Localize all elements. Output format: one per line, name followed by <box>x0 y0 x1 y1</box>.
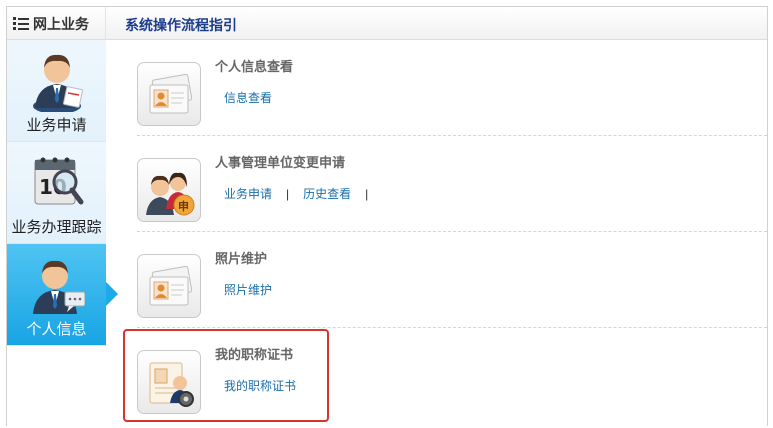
photo-maintenance-link[interactable]: 照片维护 <box>224 281 272 298</box>
section-header: 网上业务 <box>7 7 106 40</box>
top-bar: 网上业务 系统操作流程指引 <box>7 7 767 40</box>
people-apply-badge-icon[interactable]: 申 <box>137 158 201 222</box>
contact-card-icon[interactable] <box>137 254 201 318</box>
item-title: 照片维护 <box>215 251 268 266</box>
operation-guide-link[interactable]: 系统操作流程指引 <box>125 15 237 35</box>
business-apply-icon <box>33 54 84 112</box>
item-links: 照片维护 <box>224 281 272 298</box>
sidebar-item-label: 业务办理跟踪 <box>11 219 102 236</box>
sidebar-item-personal-info[interactable]: 个人信息 <box>7 244 118 346</box>
sidebar-item-label: 业务申请 <box>26 117 87 134</box>
item-title: 人事管理单位变更申请 <box>215 155 346 170</box>
sidebar-item-label: 个人信息 <box>26 321 87 338</box>
history-view-link[interactable]: 历史查看 <box>303 185 351 202</box>
section-title: 网上业务 <box>33 15 89 32</box>
main-frame: 网上业务 系统操作流程指引 业务申请 10 业务办理跟踪 个人信息 个人信息查看… <box>6 6 768 426</box>
item-links: 业务申请 | 历史查看 | <box>224 185 382 202</box>
contact-card-icon[interactable] <box>137 62 201 126</box>
business-apply-link[interactable]: 业务申请 <box>224 185 272 202</box>
info-view-link[interactable]: 信息查看 <box>224 89 272 106</box>
list-icon <box>13 17 29 30</box>
svg-text:申: 申 <box>178 199 189 213</box>
item-title: 个人信息查看 <box>215 59 294 74</box>
list-item-personal-info-view: 个人信息查看 信息查看 <box>137 40 767 136</box>
separator: | <box>286 186 290 201</box>
list-item-unit-change: 申 人事管理单位变更申请 业务申请 | 历史查看 | <box>137 136 767 232</box>
calendar-magnifier-icon: 10 <box>34 157 84 205</box>
person-chat-icon <box>33 260 85 314</box>
list-item-photo-maintenance: 照片维护 照片维护 <box>137 232 767 328</box>
separator: | <box>365 186 369 201</box>
sidebar-item-business-apply[interactable]: 业务申请 <box>7 40 106 142</box>
sidebar-item-business-tracking[interactable]: 10 业务办理跟踪 <box>7 142 106 244</box>
item-links: 信息查看 <box>224 89 272 106</box>
sidebar: 业务申请 10 业务办理跟踪 个人信息 <box>7 40 118 346</box>
highlight-box <box>123 329 329 422</box>
